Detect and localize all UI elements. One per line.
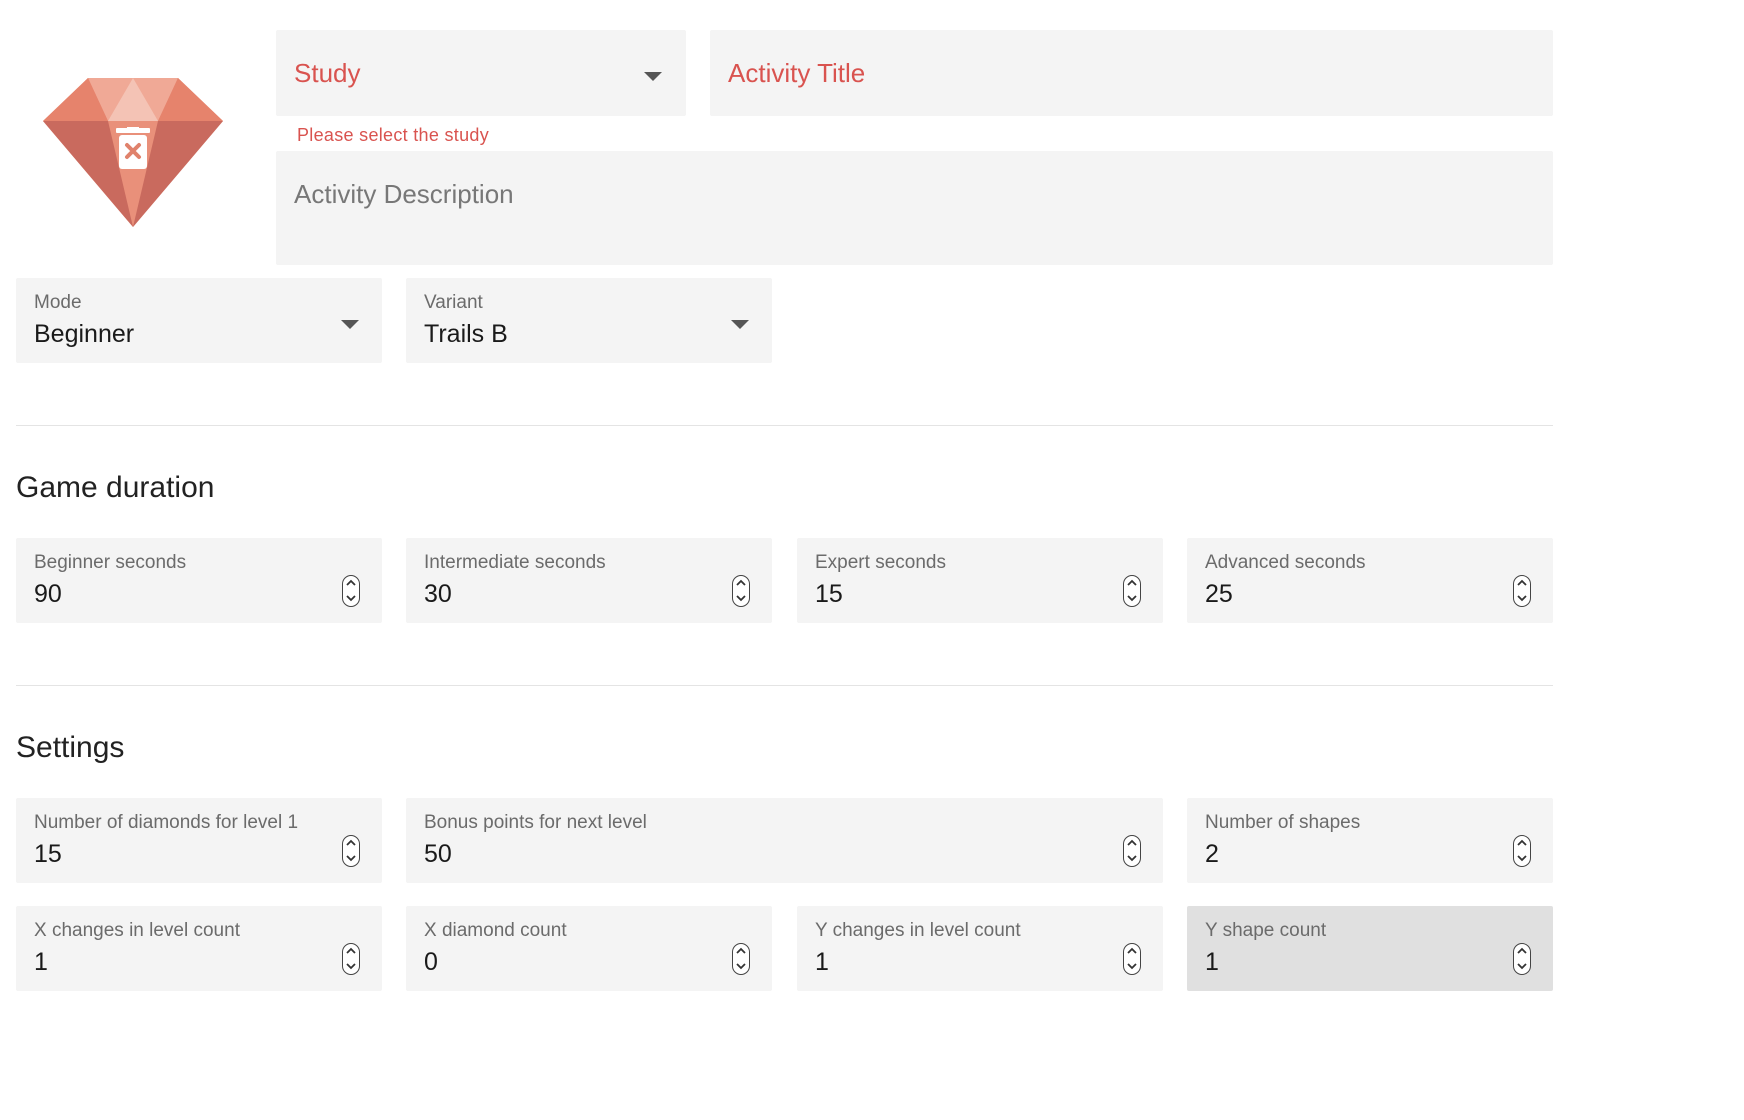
advanced-seconds-input[interactable]: Advanced seconds 25	[1187, 538, 1553, 623]
number-stepper-icon[interactable]	[1513, 943, 1531, 975]
activity-description-input[interactable]: Activity Description	[276, 151, 1553, 265]
field-label: Expert seconds	[815, 552, 946, 573]
field-value: 1	[815, 948, 829, 976]
field-value: 50	[424, 840, 452, 868]
study-select-label: Study	[294, 58, 361, 88]
field-label: Y changes in level count	[815, 920, 1021, 941]
field-value: 1	[1205, 948, 1219, 976]
mode-value: Beginner	[34, 320, 135, 348]
activity-form: Study Please select the study Activity T…	[0, 0, 1570, 1000]
variant-value: Trails B	[424, 320, 508, 348]
field-label: Intermediate seconds	[424, 552, 606, 573]
x-changes-level-count-input[interactable]: X changes in level count 1	[16, 906, 382, 991]
beginner-seconds-input[interactable]: Beginner seconds 90	[16, 538, 382, 623]
study-error-text: Please select the study	[297, 125, 490, 145]
mode-label: Mode	[34, 292, 82, 313]
activity-title-input[interactable]: Activity Title	[710, 30, 1553, 116]
field-value: 15	[34, 840, 62, 868]
number-stepper-icon[interactable]	[1513, 835, 1531, 867]
field-label: Advanced seconds	[1205, 552, 1366, 573]
chevron-down-icon	[341, 320, 359, 329]
number-stepper-icon[interactable]	[1123, 943, 1141, 975]
field-label: Number of shapes	[1205, 812, 1361, 833]
trash-icon[interactable]	[115, 127, 151, 171]
field-value: 2	[1205, 840, 1219, 868]
number-stepper-icon[interactable]	[1123, 835, 1141, 867]
field-label: Bonus points for next level	[424, 812, 647, 833]
section-divider	[16, 425, 1553, 426]
field-value: 90	[34, 580, 62, 608]
activity-title-placeholder: Activity Title	[728, 58, 866, 88]
x-diamond-count-input[interactable]: X diamond count 0	[406, 906, 772, 991]
y-changes-level-count-input[interactable]: Y changes in level count 1	[797, 906, 1163, 991]
field-value: 1	[34, 948, 48, 976]
study-select[interactable]: Study	[276, 30, 686, 116]
chevron-down-icon	[731, 320, 749, 329]
y-shape-count-input[interactable]: Y shape count 1	[1187, 906, 1553, 991]
bonus-points-input[interactable]: Bonus points for next level 50	[406, 798, 1163, 883]
variant-label: Variant	[424, 292, 483, 313]
mode-select[interactable]: Mode Beginner	[16, 278, 382, 363]
number-of-shapes-input[interactable]: Number of shapes 2	[1187, 798, 1553, 883]
diamonds-level1-input[interactable]: Number of diamonds for level 1 15	[16, 798, 382, 883]
field-label: Beginner seconds	[34, 552, 187, 573]
field-label: X diamond count	[424, 920, 567, 941]
expert-seconds-input[interactable]: Expert seconds 15	[797, 538, 1163, 623]
field-value: 25	[1205, 580, 1233, 608]
game-duration-title: Game duration	[16, 471, 215, 504]
field-value: 0	[424, 948, 438, 976]
number-stepper-icon[interactable]	[342, 835, 360, 867]
settings-title: Settings	[16, 731, 125, 764]
field-value: 30	[424, 580, 452, 608]
number-stepper-icon[interactable]	[342, 575, 360, 607]
section-divider	[16, 685, 1553, 686]
number-stepper-icon[interactable]	[1513, 575, 1531, 607]
field-label: X changes in level count	[34, 920, 240, 941]
field-label: Number of diamonds for level 1	[34, 812, 299, 833]
field-value: 15	[815, 580, 843, 608]
activity-icon-button[interactable]	[40, 75, 226, 230]
field-label: Y shape count	[1205, 920, 1327, 941]
number-stepper-icon[interactable]	[342, 943, 360, 975]
chevron-down-icon	[644, 72, 662, 81]
intermediate-seconds-input[interactable]: Intermediate seconds 30	[406, 538, 772, 623]
number-stepper-icon[interactable]	[1123, 575, 1141, 607]
variant-select[interactable]: Variant Trails B	[406, 278, 772, 363]
number-stepper-icon[interactable]	[732, 575, 750, 607]
number-stepper-icon[interactable]	[732, 943, 750, 975]
activity-description-placeholder: Activity Description	[294, 179, 514, 209]
